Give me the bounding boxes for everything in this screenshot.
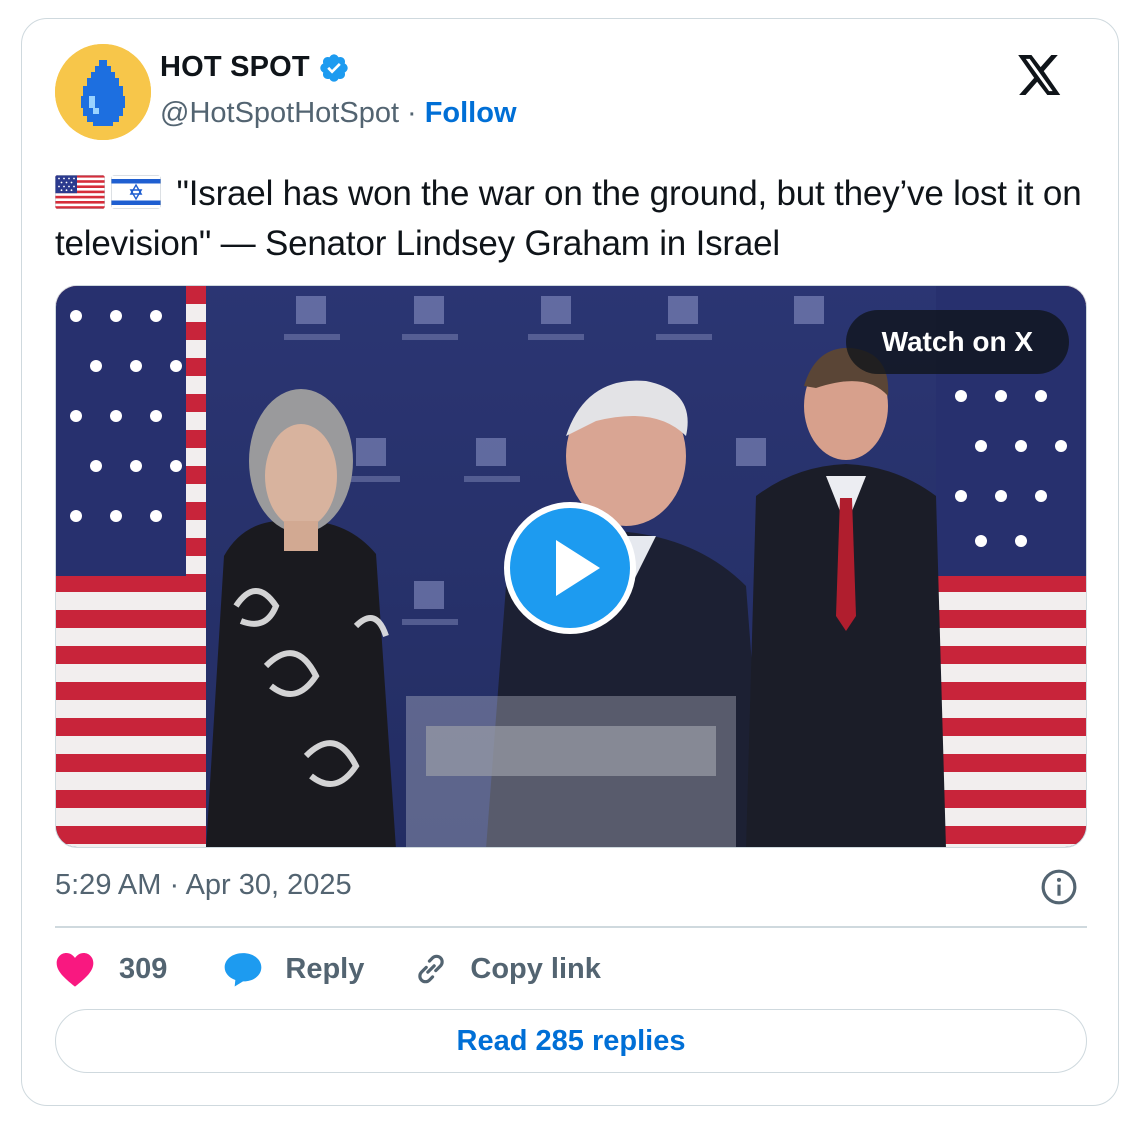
follow-button[interactable]: Follow (425, 97, 517, 130)
speech-bubble-icon (225, 953, 262, 987)
read-replies-button[interactable]: Read 285 replies (55, 1009, 1087, 1073)
play-icon (556, 540, 600, 596)
author-display-name[interactable]: HOT SPOT (160, 51, 310, 84)
tweet-timestamp[interactable]: 5:29 AM · Apr 30, 2025 (55, 869, 352, 902)
like-count: 309 (119, 952, 168, 985)
copy-link-label: Copy link (470, 952, 601, 985)
link-icon (418, 954, 445, 984)
like-button[interactable]: 309 (55, 950, 167, 988)
video-media[interactable]: Watch on X (55, 285, 1087, 848)
reply-button[interactable]: Reply (223, 950, 364, 988)
tweet-embed-card: HOT SPOT @HotSpotHotSpot · Follow "Israe… (21, 18, 1119, 1106)
separator-dot: · (407, 97, 417, 129)
heart-icon (56, 953, 94, 987)
verified-badge-icon (320, 53, 348, 82)
author-avatar[interactable] (55, 44, 151, 140)
tweet-body-text: "Israel has won the war on the ground, b… (55, 174, 1082, 263)
author-handle[interactable]: @HotSpotHotSpot (160, 97, 399, 130)
divider (55, 926, 1087, 928)
action-bar: 309 Reply Copy link (55, 947, 601, 991)
reply-label: Reply (285, 952, 365, 985)
info-icon[interactable] (1040, 868, 1078, 906)
copy-link-button[interactable]: Copy link (412, 950, 601, 988)
israel-flag-icon (111, 175, 161, 209)
watch-on-x-button[interactable]: Watch on X (845, 310, 1069, 374)
pixel-water-drop-icon (55, 44, 151, 140)
play-button[interactable] (504, 502, 636, 634)
tweet-text: "Israel has won the war on the ground, b… (55, 169, 1085, 269)
x-logo-icon[interactable] (1018, 55, 1062, 95)
us-flag-icon (55, 175, 105, 209)
author-handle-row: @HotSpotHotSpot · Follow (160, 97, 517, 130)
author-name-row: HOT SPOT (160, 51, 350, 84)
